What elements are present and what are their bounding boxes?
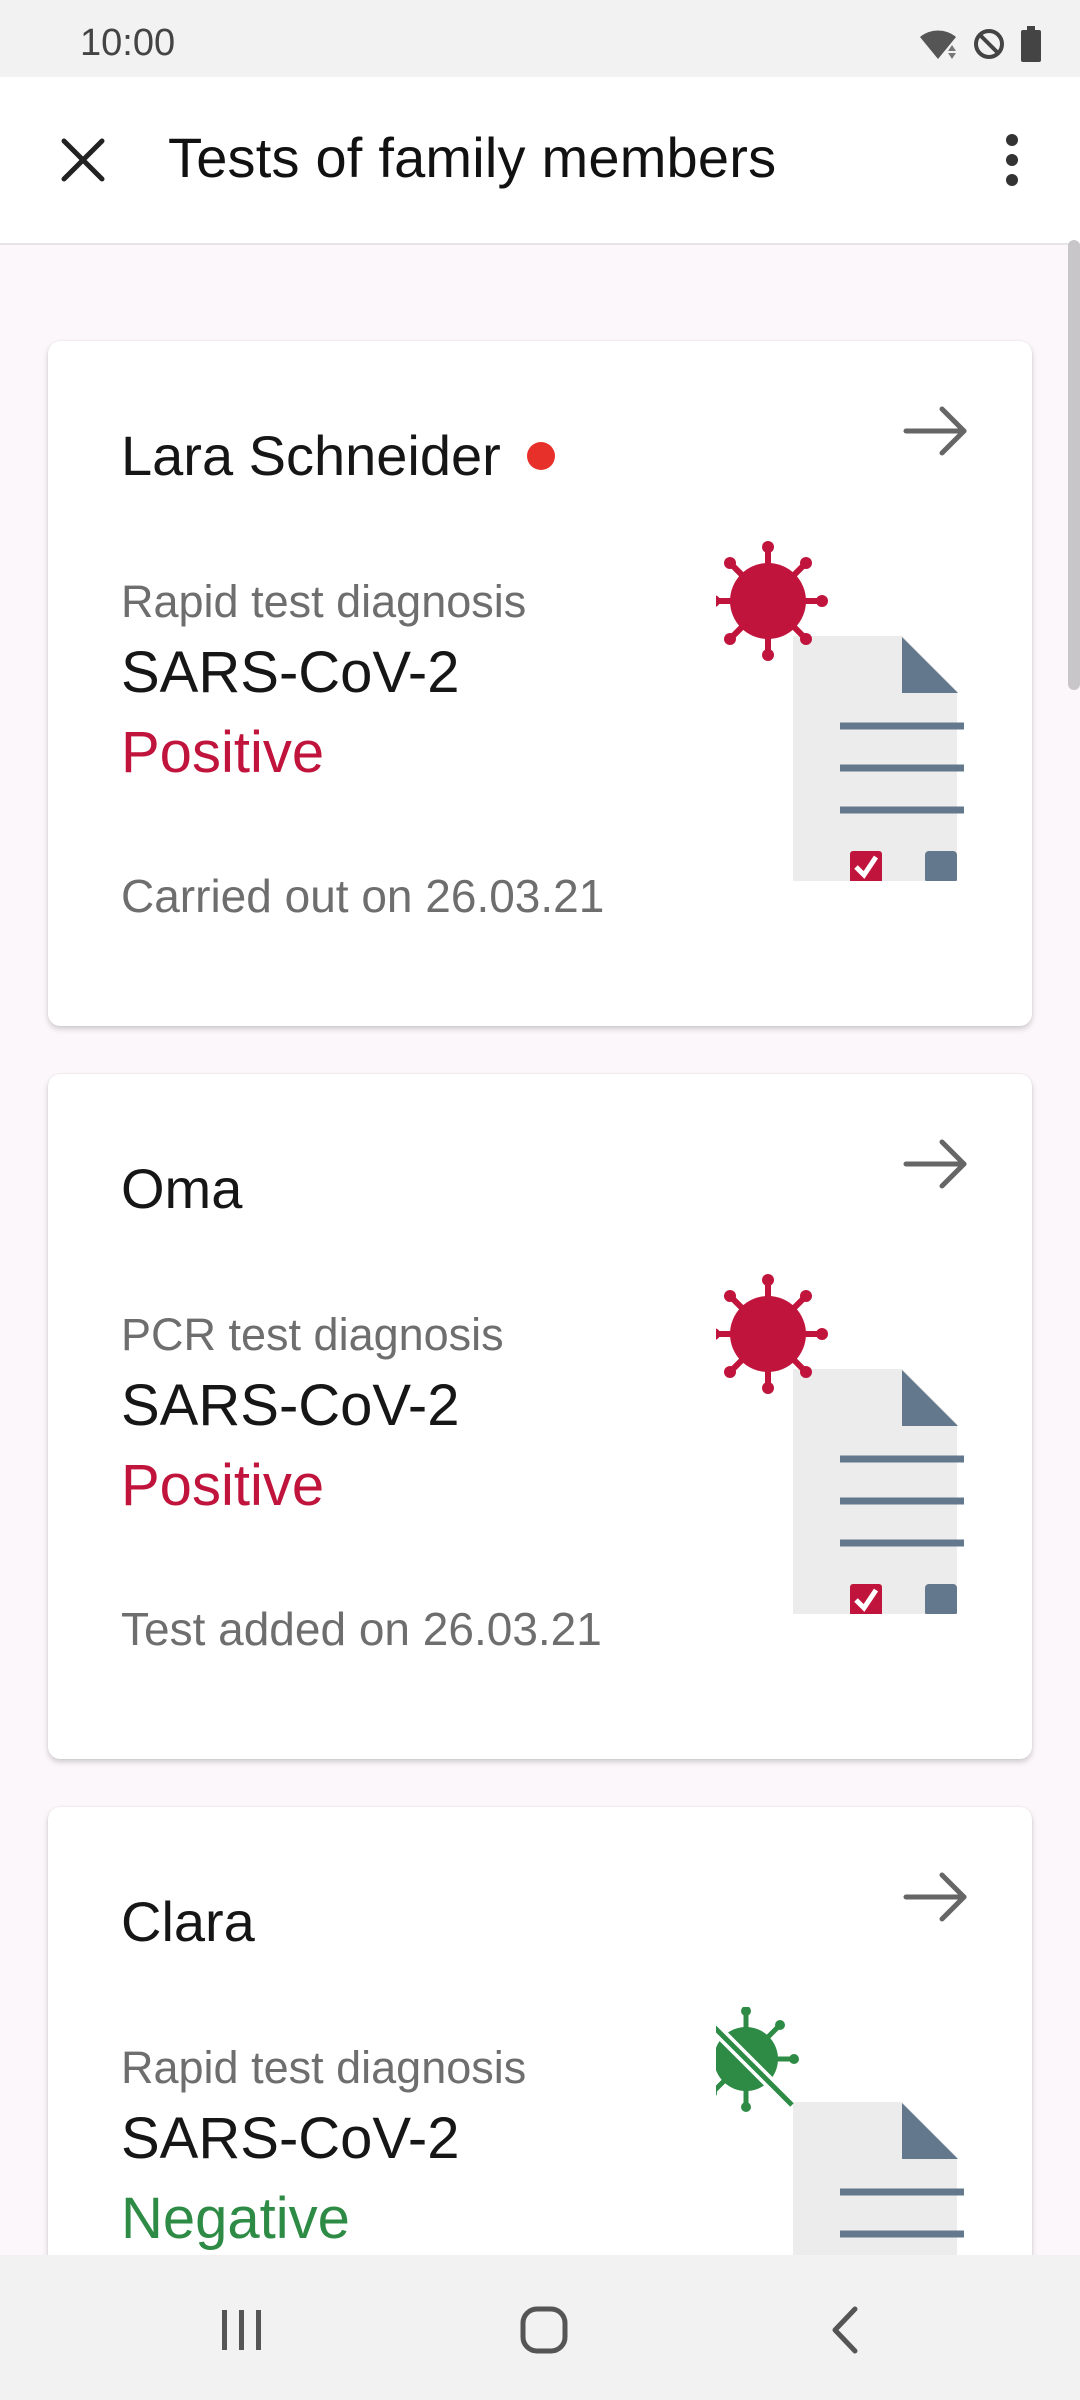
status-time: 10:00 (80, 22, 176, 64)
card-name: Oma (121, 1156, 242, 1221)
test-result: Positive (121, 1453, 325, 1518)
family-member-name: Clara (121, 1890, 255, 1953)
battery-icon (1021, 26, 1041, 62)
arrow-forward-icon[interactable] (900, 401, 972, 461)
overflow-menu-button[interactable] (972, 117, 1052, 203)
status-icons (918, 26, 1042, 62)
test-card-lara-schneider[interactable]: Lara Schneider Rapid test diagnosis SARS… (48, 341, 1032, 1026)
close-button[interactable] (40, 117, 126, 203)
status-bar: 10:00 (0, 0, 1080, 77)
pathogen-name: SARS-CoV-2 (121, 640, 460, 705)
family-tests-list: Lara Schneider Rapid test diagnosis SARS… (0, 243, 1080, 2255)
diagnosis-label: Rapid test diagnosis (121, 2042, 527, 2093)
arrow-forward-icon[interactable] (900, 1867, 972, 1927)
recent-apps-icon (222, 2310, 261, 2350)
virus-positive-document-icon (716, 541, 964, 881)
arrow-forward-icon[interactable] (900, 1134, 972, 1194)
more-vert-icon (1006, 134, 1018, 186)
test-result: Positive (121, 720, 325, 785)
wifi-icon (920, 30, 956, 59)
pathogen-name: SARS-CoV-2 (121, 2106, 460, 2171)
family-member-name: Lara Schneider (121, 424, 501, 487)
diagnosis-label: Rapid test diagnosis (121, 576, 527, 627)
recent-apps-button[interactable] (197, 2285, 287, 2375)
family-member-name: Oma (121, 1157, 243, 1220)
test-date: Test added on 26.03.21 (121, 1603, 602, 1655)
do-not-disturb-icon (974, 29, 1004, 59)
close-icon (61, 138, 105, 182)
card-name: Lara Schneider (121, 423, 555, 488)
virus-negative-document-icon (716, 2007, 964, 2255)
virus-positive-document-icon (716, 1274, 964, 1614)
back-button[interactable] (800, 2285, 890, 2375)
test-card-oma[interactable]: Oma PCR test diagnosis SARS-CoV-2 Positi… (48, 1074, 1032, 1759)
system-navigation-bar (0, 2255, 1080, 2400)
card-name: Clara (121, 1889, 255, 1954)
back-icon (832, 2306, 858, 2354)
test-result: Negative (121, 2186, 350, 2251)
test-card-clara[interactable]: Clara Rapid test diagnosis SARS-CoV-2 Ne… (48, 1807, 1032, 2255)
pathogen-name: SARS-CoV-2 (121, 1373, 460, 1438)
diagnosis-label: PCR test diagnosis (121, 1309, 504, 1360)
test-date: Carried out on 26.03.21 (121, 870, 605, 922)
app-bar: Tests of family members (0, 77, 1080, 245)
page-title: Tests of family members (168, 126, 777, 189)
unread-indicator-dot (526, 441, 555, 470)
home-icon (520, 2306, 568, 2354)
home-button[interactable] (499, 2285, 589, 2375)
